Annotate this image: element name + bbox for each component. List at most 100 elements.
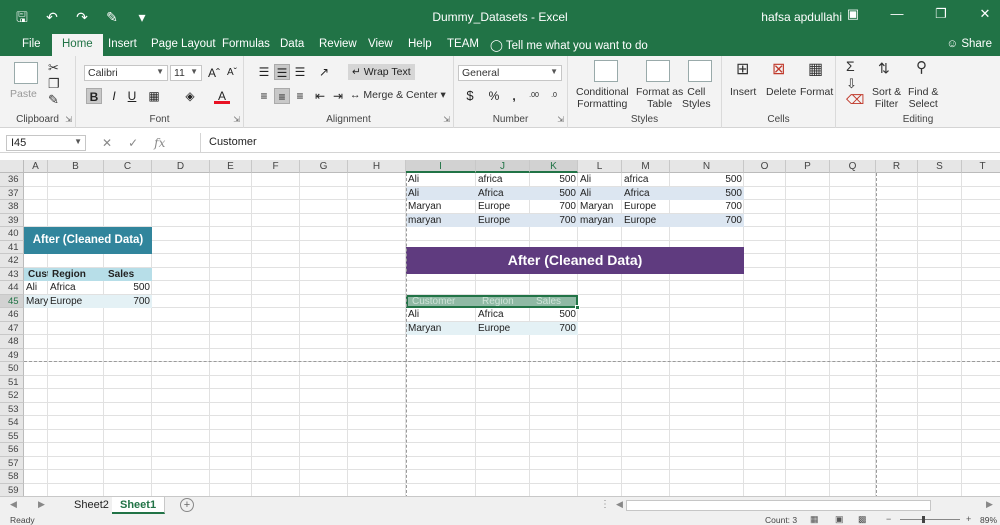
- next-sheet-icon[interactable]: ▶: [38, 499, 45, 510]
- normal-view-icon[interactable]: ▦: [810, 514, 819, 525]
- table-cell[interactable]: 500: [530, 308, 578, 322]
- table-cell[interactable]: Ali: [578, 173, 622, 187]
- decrease-decimal-icon[interactable]: .0: [546, 88, 562, 104]
- insert-function-icon[interactable]: fx: [154, 136, 165, 150]
- column-header-n[interactable]: N: [670, 160, 744, 173]
- row-header-52[interactable]: 52: [0, 389, 24, 403]
- table-cell[interactable]: Maryan: [406, 321, 476, 335]
- table-cell[interactable]: Europe: [622, 213, 670, 227]
- table-cell[interactable]: Ali: [406, 308, 476, 322]
- table-cell[interactable]: Africa: [48, 281, 104, 295]
- restore-icon[interactable]: ❐: [932, 6, 950, 22]
- column-header-q[interactable]: Q: [830, 160, 876, 173]
- table-cell[interactable]: 700: [670, 213, 744, 227]
- table-cell[interactable]: Europe: [48, 294, 104, 308]
- tab-view[interactable]: View: [368, 38, 393, 50]
- scroll-left-icon[interactable]: ◀: [616, 499, 623, 510]
- table-header-cell[interactable]: Sales: [104, 267, 152, 281]
- number-format-combo[interactable]: General ▼: [458, 65, 562, 81]
- row-header-54[interactable]: 54: [0, 416, 24, 430]
- borders-icon[interactable]: ▦: [146, 88, 162, 104]
- row-header-38[interactable]: 38: [0, 200, 24, 214]
- clear-icon[interactable]: ⌫: [846, 92, 864, 108]
- row-header-45[interactable]: 45: [0, 294, 24, 308]
- table-cell[interactable]: Europe: [476, 200, 530, 214]
- tab-formulas[interactable]: Formulas: [222, 38, 270, 50]
- table-cell[interactable]: 500: [530, 173, 578, 187]
- row-header-51[interactable]: 51: [0, 375, 24, 389]
- column-header-o[interactable]: O: [744, 160, 786, 173]
- table-header-cell[interactable]: Region: [48, 267, 104, 281]
- table-cell[interactable]: 500: [530, 186, 578, 200]
- cell-styles-icon[interactable]: [688, 60, 712, 82]
- row-header-46[interactable]: 46: [0, 308, 24, 322]
- row-header-43[interactable]: 43: [0, 267, 24, 281]
- sheet-tab-sheet1[interactable]: Sheet1: [112, 497, 166, 514]
- zoom-level[interactable]: 89%: [980, 515, 997, 525]
- zoom-slider-knob[interactable]: [922, 516, 925, 523]
- increase-indent-icon[interactable]: ⇥: [330, 88, 346, 104]
- ribbon-display-icon[interactable]: ▣: [844, 6, 862, 22]
- column-header-l[interactable]: L: [578, 160, 622, 173]
- orientation-icon[interactable]: ↗: [316, 64, 332, 80]
- conditional-formatting-button[interactable]: Conditional Formatting: [576, 86, 629, 110]
- table-cell[interactable]: Africa: [476, 186, 530, 200]
- find-select-icon[interactable]: ⚲: [916, 60, 927, 76]
- table-cell[interactable]: Maryan: [578, 200, 622, 214]
- insert-cells-button[interactable]: Insert: [730, 86, 756, 98]
- row-header-40[interactable]: 40: [0, 227, 24, 241]
- zoom-in-icon[interactable]: +: [966, 514, 971, 524]
- formula-input[interactable]: Customer: [200, 133, 1000, 153]
- table-cell[interactable]: 700: [104, 294, 152, 308]
- italic-button[interactable]: I: [106, 88, 122, 104]
- copy-icon[interactable]: ❐: [48, 76, 60, 92]
- column-header-k[interactable]: K: [530, 160, 578, 173]
- align-center-icon[interactable]: ≡: [274, 88, 290, 104]
- fill-color-icon[interactable]: ◈: [182, 88, 198, 104]
- cut-icon[interactable]: ✂: [48, 60, 59, 76]
- column-header-f[interactable]: F: [252, 160, 300, 173]
- horizontal-scrollbar[interactable]: [626, 500, 931, 511]
- row-header-53[interactable]: 53: [0, 402, 24, 416]
- column-header-p[interactable]: P: [786, 160, 830, 173]
- decrease-indent-icon[interactable]: ⇤: [312, 88, 328, 104]
- table-cell[interactable]: 500: [670, 173, 744, 187]
- sheet-tab-sheet2[interactable]: Sheet2: [66, 497, 118, 514]
- tab-home[interactable]: Home: [52, 34, 103, 56]
- column-header-t[interactable]: T: [962, 160, 1000, 173]
- underline-button[interactable]: U: [124, 88, 140, 104]
- table-cell[interactable]: Maryan: [24, 294, 48, 308]
- row-header-56[interactable]: 56: [0, 443, 24, 457]
- alignment-launcher-icon[interactable]: ⇲: [443, 115, 450, 124]
- align-bottom-icon[interactable]: ☰: [292, 64, 308, 80]
- sort-filter-icon[interactable]: ⇅: [878, 60, 890, 76]
- tab-review[interactable]: Review: [319, 38, 357, 50]
- close-icon[interactable]: ✕: [976, 6, 994, 22]
- table-cell[interactable]: 700: [530, 200, 578, 214]
- share-button[interactable]: ☺ Share: [946, 38, 992, 50]
- font-color-icon[interactable]: A: [214, 88, 230, 104]
- wrap-text-button[interactable]: ↵ Wrap Text: [348, 64, 415, 80]
- currency-icon[interactable]: $: [462, 88, 478, 104]
- tab-file[interactable]: File: [22, 38, 41, 50]
- align-right-icon[interactable]: ≡: [292, 88, 308, 104]
- row-header-48[interactable]: 48: [0, 335, 24, 349]
- cancel-icon[interactable]: ✕: [102, 136, 112, 150]
- conditional-formatting-icon[interactable]: [594, 60, 618, 82]
- table-cell[interactable]: 700: [530, 213, 578, 227]
- table-cell[interactable]: 700: [670, 200, 744, 214]
- column-header-i[interactable]: I: [406, 160, 476, 173]
- autosum-icon[interactable]: Σ: [846, 58, 855, 74]
- page-layout-view-icon[interactable]: ▣: [835, 514, 844, 525]
- format-cells-icon[interactable]: ▦: [808, 62, 823, 78]
- paste-icon[interactable]: [14, 62, 38, 84]
- tab-help[interactable]: Help: [408, 38, 432, 50]
- zoom-slider[interactable]: [900, 519, 960, 520]
- clipboard-launcher-icon[interactable]: ⇲: [65, 115, 72, 124]
- enter-icon[interactable]: ✓: [128, 136, 138, 150]
- table-cell[interactable]: Maryan: [406, 200, 476, 214]
- bold-button[interactable]: B: [86, 88, 102, 104]
- table-cell[interactable]: Ali: [578, 186, 622, 200]
- row-header-41[interactable]: 41: [0, 240, 24, 254]
- table-cell[interactable]: Europe: [476, 213, 530, 227]
